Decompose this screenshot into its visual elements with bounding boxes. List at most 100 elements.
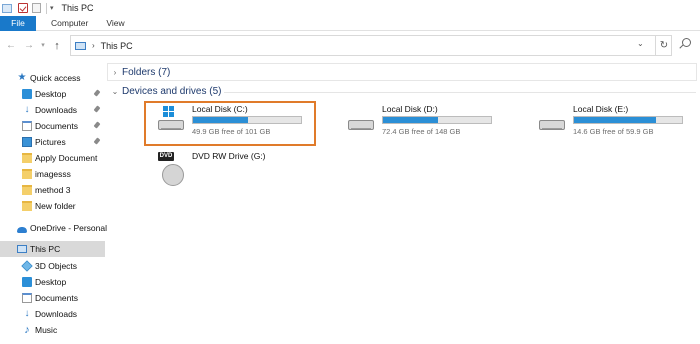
sidebar-item-label: Apply Document bbox=[35, 153, 98, 163]
sidebar-item-pc-documents[interactable]: Documents bbox=[0, 290, 105, 306]
usage-bar-fill bbox=[383, 117, 439, 123]
properties-icon[interactable] bbox=[18, 3, 28, 13]
folders-group-header[interactable] bbox=[107, 63, 697, 81]
desktop-icon bbox=[22, 277, 32, 287]
sidebar-item-new-folder[interactable]: New folder bbox=[0, 198, 105, 214]
sidebar-item-documents[interactable]: Documents bbox=[0, 118, 105, 134]
computer-icon bbox=[17, 245, 27, 253]
folders-group[interactable]: › Folders (7) bbox=[110, 64, 171, 80]
tab-computer[interactable]: Computer bbox=[42, 16, 97, 31]
drive-g-dvd[interactable]: DVD DVD RW Drive (G:) bbox=[144, 148, 314, 188]
sidebar-item-label: Documents bbox=[35, 121, 78, 131]
sidebar-item-imagesss[interactable]: imagesss bbox=[0, 166, 105, 182]
desktop-icon bbox=[22, 89, 32, 99]
cloud-icon bbox=[17, 226, 27, 233]
customize-quick-access-icon[interactable]: ▾ bbox=[50, 4, 54, 12]
drive-free-space: 72.4 GB free of 148 GB bbox=[382, 127, 461, 136]
hard-drive-icon bbox=[348, 120, 374, 130]
usage-bar bbox=[573, 116, 683, 124]
folders-group-label: Folders (7) bbox=[122, 66, 171, 78]
sidebar-item-this-pc[interactable]: This PC bbox=[0, 241, 105, 257]
usage-bar-fill bbox=[193, 117, 249, 123]
usage-bar bbox=[382, 116, 492, 124]
sidebar-item-downloads[interactable]: ↓ Downloads bbox=[0, 102, 105, 118]
navigation-pane: ★ Quick access Desktop ↓ Downloads Docum… bbox=[0, 62, 108, 344]
drive-free-space: 14.6 GB free of 59.9 GB bbox=[573, 127, 654, 136]
sidebar-item-3d-objects[interactable]: 3D Objects bbox=[0, 258, 105, 274]
download-icon: ↓ bbox=[24, 308, 30, 319]
back-arrow-icon[interactable]: ← bbox=[5, 39, 17, 53]
hard-drive-icon bbox=[158, 120, 184, 130]
drive-name: Local Disk (C:) bbox=[192, 104, 248, 114]
forward-arrow-icon[interactable]: → bbox=[23, 39, 35, 53]
sidebar-item-pictures[interactable]: Pictures bbox=[0, 134, 105, 150]
drive-free-space: 49.9 GB free of 101 GB bbox=[192, 127, 271, 136]
group-divider bbox=[224, 92, 696, 93]
ribbon-tabs: File Computer View bbox=[0, 16, 700, 31]
address-dropdown-icon[interactable]: ⌄ bbox=[637, 39, 644, 48]
sidebar-item-apply-document[interactable]: Apply Document bbox=[0, 150, 105, 166]
sidebar-item-label: This PC bbox=[30, 244, 61, 254]
sidebar-item-label: 3D Objects bbox=[35, 261, 78, 271]
tab-file[interactable]: File bbox=[0, 16, 36, 31]
drive-e[interactable]: Local Disk (E:) 14.6 GB free of 59.9 GB bbox=[525, 100, 695, 140]
sidebar-item-quick-access[interactable]: ★ Quick access bbox=[0, 70, 105, 86]
sidebar-item-label: OneDrive - Personal bbox=[30, 223, 108, 233]
refresh-icon[interactable]: ↻ bbox=[655, 36, 672, 55]
expand-chevron-icon[interactable]: › bbox=[110, 68, 120, 77]
sidebar-item-label: Downloads bbox=[35, 105, 78, 115]
pin-icon[interactable] bbox=[93, 105, 101, 113]
tab-view[interactable]: View bbox=[97, 16, 133, 31]
folder-icon bbox=[22, 153, 32, 163]
address-bar[interactable]: › This PC ⌄ ↻ bbox=[70, 35, 672, 56]
this-pc-icon bbox=[75, 41, 86, 50]
sidebar-item-label: New folder bbox=[35, 201, 76, 211]
sidebar-item-label: Downloads bbox=[35, 309, 78, 319]
pin-icon[interactable] bbox=[93, 89, 101, 97]
window-title: This PC bbox=[61, 3, 94, 13]
recent-locations-icon[interactable]: ▾ bbox=[37, 39, 49, 53]
folder-icon bbox=[22, 201, 32, 211]
collapse-chevron-icon[interactable]: ⌄ bbox=[110, 87, 120, 96]
explorer-icon bbox=[2, 3, 12, 13]
music-note-icon: ♪ bbox=[24, 324, 30, 336]
dvd-badge: DVD bbox=[158, 152, 174, 161]
cube-icon bbox=[21, 260, 33, 272]
breadcrumb-chevron-icon[interactable]: › bbox=[92, 41, 95, 50]
devices-group-label: Devices and drives (5) bbox=[122, 85, 222, 97]
search-icon[interactable] bbox=[682, 38, 691, 47]
sidebar-item-label: Desktop bbox=[35, 277, 67, 287]
download-icon: ↓ bbox=[24, 104, 30, 115]
drive-name: Local Disk (D:) bbox=[382, 104, 438, 114]
drive-c[interactable]: Local Disk (C:) 49.9 GB free of 101 GB bbox=[144, 100, 314, 140]
drive-d[interactable]: Local Disk (D:) 72.4 GB free of 148 GB bbox=[334, 100, 504, 140]
quick-access-separator bbox=[46, 2, 47, 14]
sidebar-item-label: Desktop bbox=[35, 89, 67, 99]
sidebar-item-label: Pictures bbox=[35, 137, 66, 147]
sidebar-item-music[interactable]: ♪ Music bbox=[0, 322, 105, 338]
sidebar-item-method-3[interactable]: method 3 bbox=[0, 182, 105, 198]
drive-name: Local Disk (E:) bbox=[573, 104, 629, 114]
up-arrow-icon[interactable]: ↑ bbox=[51, 39, 63, 53]
sidebar-item-pc-downloads[interactable]: ↓ Downloads bbox=[0, 306, 105, 322]
breadcrumb-location[interactable]: This PC bbox=[101, 41, 133, 51]
usage-bar-fill bbox=[574, 117, 657, 123]
sidebar-item-onedrive[interactable]: OneDrive - Personal bbox=[0, 220, 108, 236]
windows-logo-icon bbox=[163, 106, 175, 118]
sidebar-item-desktop[interactable]: Desktop bbox=[0, 86, 105, 102]
sidebar-item-pc-desktop[interactable]: Desktop bbox=[0, 274, 105, 290]
new-folder-icon[interactable] bbox=[32, 3, 41, 13]
pin-icon[interactable] bbox=[93, 121, 101, 129]
devices-group[interactable]: ⌄ Devices and drives (5) bbox=[110, 83, 222, 99]
dvd-disc-icon bbox=[162, 164, 184, 186]
sidebar-item-label: method 3 bbox=[35, 185, 71, 195]
pin-icon[interactable] bbox=[93, 137, 101, 145]
sidebar-item-label: imagesss bbox=[35, 169, 71, 179]
hard-drive-icon bbox=[539, 120, 565, 130]
usage-bar bbox=[192, 116, 302, 124]
sidebar-item-label: Documents bbox=[35, 293, 78, 303]
star-icon: ★ bbox=[17, 72, 27, 83]
folder-icon bbox=[22, 169, 32, 179]
title-bar: ▾ This PC bbox=[0, 0, 700, 16]
drive-name: DVD RW Drive (G:) bbox=[192, 151, 266, 161]
